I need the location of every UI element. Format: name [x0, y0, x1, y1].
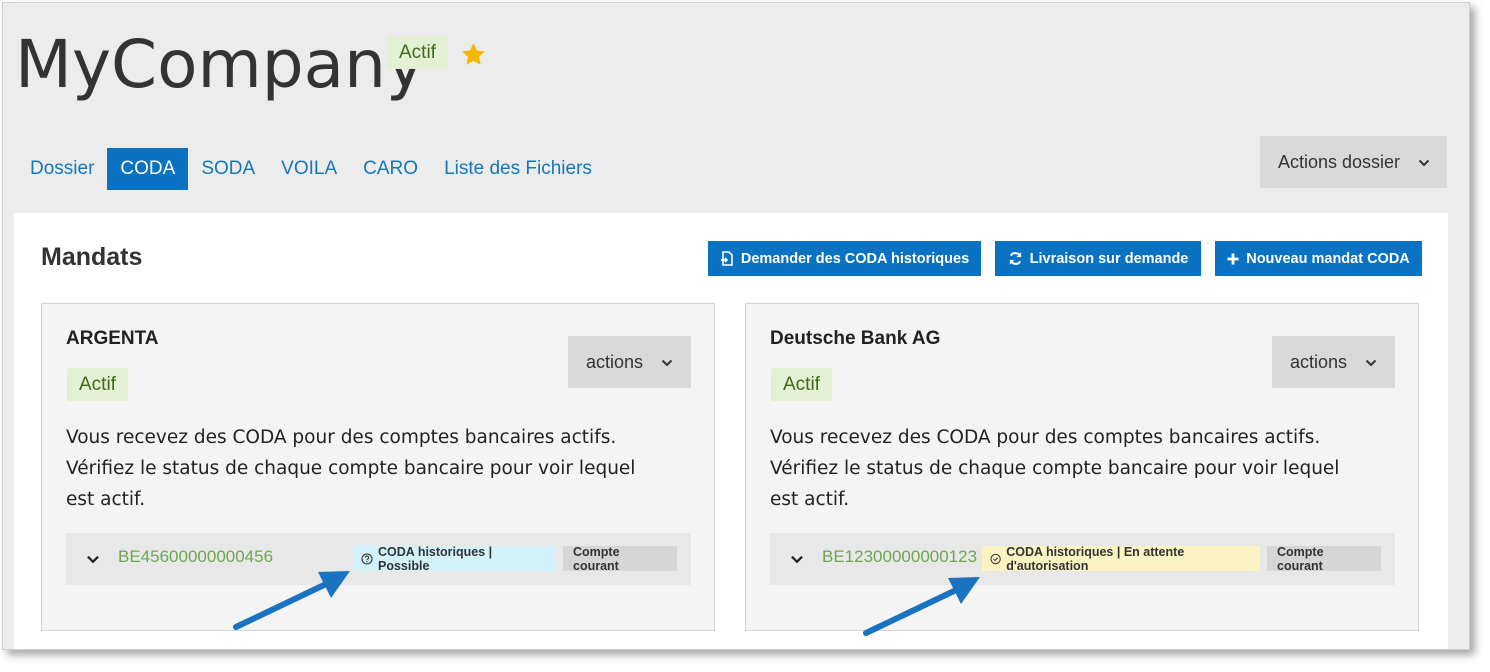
chevron-down-icon [1418, 159, 1430, 167]
tab-liste-des-fichiers[interactable]: Liste des Fichiers [431, 148, 605, 190]
chevron-down-icon[interactable] [790, 555, 804, 564]
account-type-badge: Compte courant [1267, 545, 1381, 573]
mandate-actions-label: actions [1290, 351, 1348, 372]
new-coda-mandate-button[interactable]: Nouveau mandat CODA [1215, 241, 1422, 276]
company-name: MyCompany [15, 26, 425, 103]
tab-caro[interactable]: CARO [350, 148, 431, 190]
account-type-badge: Compte courant [563, 545, 677, 573]
chevron-down-icon [1365, 359, 1377, 367]
account-iban[interactable]: BE12300000000123 [822, 547, 977, 567]
document-export-icon [720, 251, 733, 266]
section-title: Mandats [41, 243, 143, 271]
refresh-icon [1009, 252, 1021, 265]
tab-coda[interactable]: CODA [107, 148, 189, 190]
request-historical-coda-button[interactable]: Demander des CODA historiques [708, 241, 981, 276]
historical-coda-status-label: CODA historiques | Possible [378, 544, 493, 573]
star-icon[interactable] [460, 41, 487, 68]
actions-dossier-dropdown[interactable]: Actions dossier [1260, 136, 1447, 188]
mandate-status-badge: Actif [67, 368, 128, 401]
app-window: MyCompany Actif Dossier CODA SODA VOILA … [2, 2, 1470, 650]
on-demand-delivery-label: Livraison sur demande [1029, 250, 1189, 267]
mandate-actions-dropdown[interactable]: actions [568, 336, 691, 388]
mandate-description: Vous recevez des CODA pour des comptes b… [770, 427, 1340, 510]
company-status-badge: Actif [387, 36, 448, 69]
mandate-description: Vous recevez des CODA pour des comptes b… [66, 427, 636, 510]
request-historical-coda-label: Demander des CODA historiques [740, 250, 970, 267]
chevron-down-icon [661, 359, 673, 367]
bank-name: ARGENTA [66, 328, 159, 349]
historical-coda-status-badge: CODA historiques | Possible [353, 544, 555, 573]
on-demand-delivery-button[interactable]: Livraison sur demande [995, 241, 1201, 276]
historical-coda-status-label: CODA historiques | En attente d'autorisa… [1006, 544, 1185, 573]
mandate-card-deutsche-bank: Deutsche Bank AG Actif actions Vous rece… [745, 303, 1419, 631]
bank-account-row: BE45600000000456 CODA historiques | Poss… [66, 533, 691, 585]
mandate-card-argenta: ARGENTA Actif actions Vous recevez des C… [41, 303, 715, 631]
chevron-down-icon[interactable] [86, 555, 100, 564]
account-iban[interactable]: BE45600000000456 [118, 547, 273, 567]
clock-check-icon [990, 553, 1001, 564]
historical-coda-status-badge: CODA historiques | En attente d'autorisa… [982, 544, 1260, 573]
tab-soda[interactable]: SODA [188, 148, 268, 190]
tab-dossier[interactable]: Dossier [17, 148, 107, 190]
actions-dossier-label: Actions dossier [1278, 151, 1401, 172]
bank-name: Deutsche Bank AG [770, 328, 941, 349]
mandate-actions-dropdown[interactable]: actions [1272, 336, 1395, 388]
tab-bar: Dossier CODA SODA VOILA CARO Liste des F… [17, 148, 605, 190]
mandate-actions-label: actions [586, 351, 644, 372]
tab-voila[interactable]: VOILA [268, 148, 350, 190]
bank-account-row: BE12300000000123 CODA historiques | En a… [770, 533, 1395, 585]
new-coda-mandate-label: Nouveau mandat CODA [1246, 250, 1410, 267]
plus-icon [1227, 253, 1239, 264]
mandate-status-badge: Actif [771, 368, 832, 401]
mandates-panel: Mandats Demander des CODA historiques Li… [14, 213, 1448, 649]
question-circle-icon [361, 552, 373, 565]
